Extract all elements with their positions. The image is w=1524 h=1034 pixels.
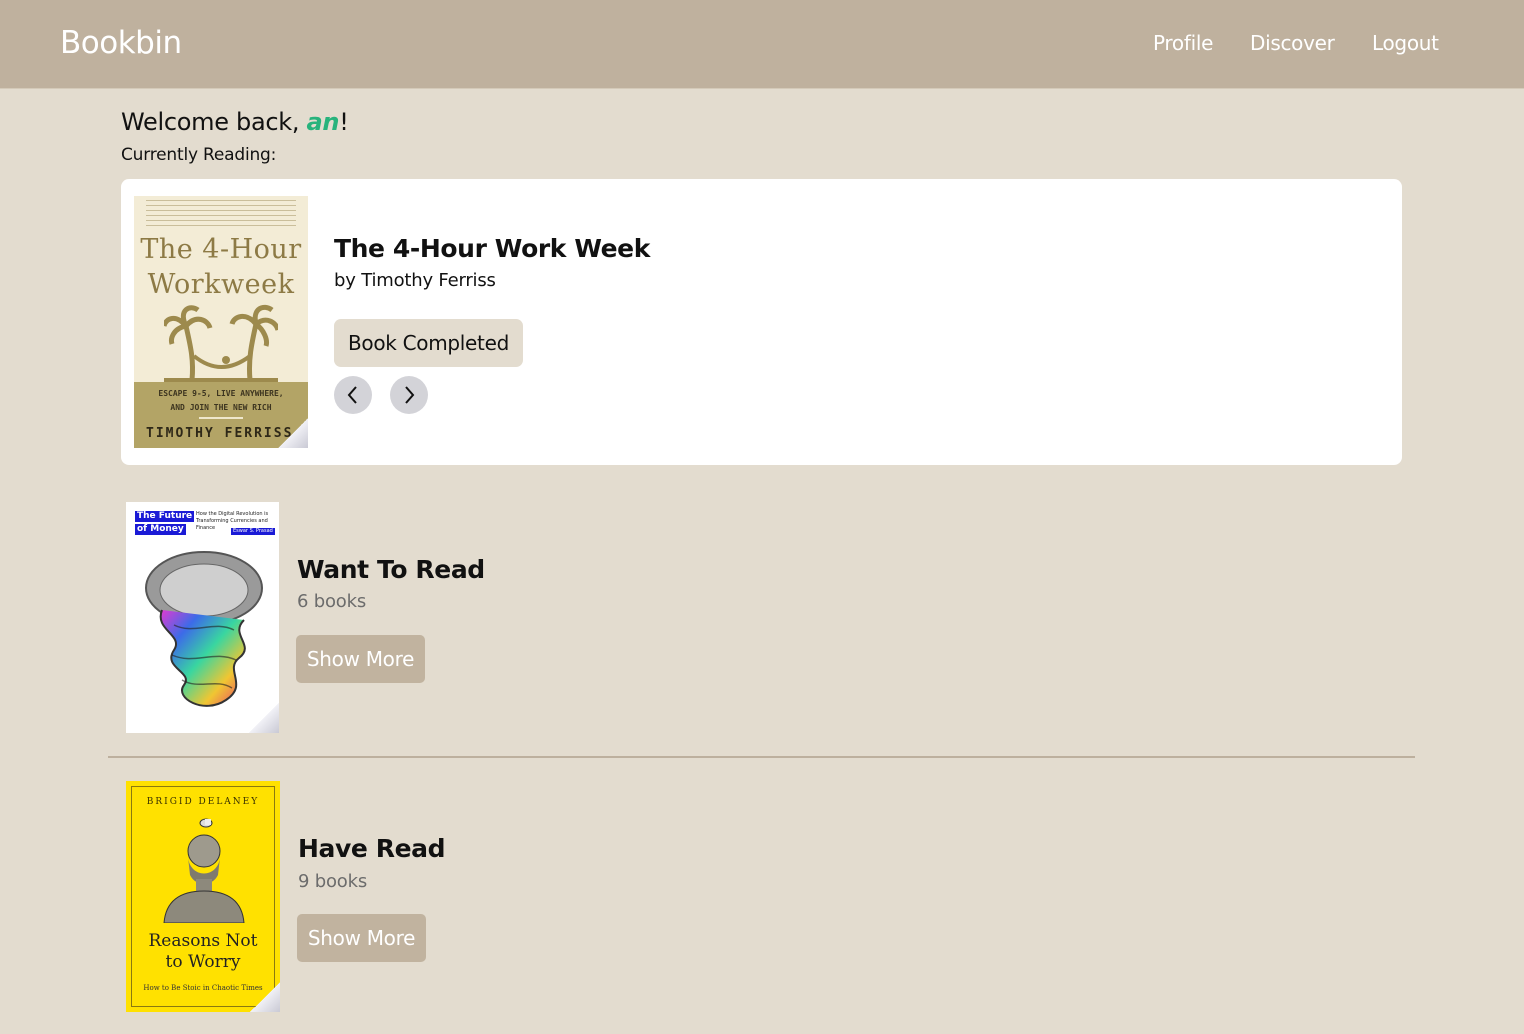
stoic-bust-icon <box>163 818 245 923</box>
next-book-button[interactable] <box>390 376 428 414</box>
shelf-divider <box>108 756 1415 758</box>
melting-coin-icon <box>145 551 263 707</box>
welcome-heading: Welcome back, an! <box>121 108 349 136</box>
current-book-title: The 4-Hour Work Week <box>334 234 650 263</box>
current-book-author: by Timothy Ferriss <box>334 270 496 291</box>
nav-link-profile[interactable]: Profile <box>1153 31 1213 55</box>
currently-reading-label: Currently Reading: <box>121 145 277 165</box>
cover-title-line1: Reasons Not <box>148 931 258 951</box>
cover-author-tag: Eswar S. Prasad <box>231 528 275 535</box>
cover-title-line1: The 4-Hour <box>140 234 302 265</box>
shelf-count-want-to-read: 6 books <box>297 591 367 612</box>
page-curl <box>249 703 279 733</box>
shelf-title-have-read: Have Read <box>298 834 446 863</box>
previous-book-button[interactable] <box>334 376 372 414</box>
cover-tagline-line1: ESCAPE 9-5, LIVE ANYWHERE, <box>158 389 284 398</box>
show-more-have-read-button[interactable]: Show More <box>297 914 426 962</box>
cover-tagline-line2: AND JOIN THE NEW RICH <box>170 403 272 412</box>
cover-blurb-lines <box>146 200 296 230</box>
book-cover-4-hour-workweek: The 4-Hour Workweek ESCAPE 9-5, LIVE ANY… <box>134 196 308 448</box>
username: an <box>306 108 340 136</box>
cover-title-line2: Workweek <box>147 269 295 300</box>
cover-title-box-2: of Money <box>135 524 186 535</box>
cover-rule <box>199 417 243 419</box>
welcome-prefix: Welcome back, <box>121 108 307 136</box>
nav-link-logout[interactable]: Logout <box>1372 31 1439 55</box>
welcome-suffix: ! <box>339 108 349 136</box>
palm-hammock-icon <box>164 304 278 382</box>
book-cover-future-of-money[interactable]: The Future of Money How the Digital Revo… <box>126 502 279 733</box>
chevron-right-icon <box>405 386 415 404</box>
book-cover-reasons-not-to-worry[interactable]: BRIGID DELANEY Reasons Not to Worry How … <box>126 781 280 1012</box>
brand-logo[interactable]: Bookbin <box>60 25 182 61</box>
currently-reading-card: The 4-Hour Workweek ESCAPE 9-5, LIVE ANY… <box>121 179 1402 465</box>
cover-title-box-1: The Future <box>135 511 195 522</box>
navbar: Bookbin Profile Discover Logout <box>0 0 1524 89</box>
book-completed-button[interactable]: Book Completed <box>334 319 523 367</box>
shelf-title-want-to-read: Want To Read <box>297 555 485 584</box>
page-curl <box>278 418 308 448</box>
shelf-count-have-read: 9 books <box>298 871 368 892</box>
cover-title-line2: to Worry <box>165 952 241 972</box>
show-more-want-to-read-button[interactable]: Show More <box>296 635 425 683</box>
chevron-left-icon <box>347 386 357 404</box>
cover-author: BRIGID DELANEY <box>146 797 260 807</box>
nav-link-discover[interactable]: Discover <box>1250 31 1335 55</box>
page-curl <box>250 982 280 1012</box>
